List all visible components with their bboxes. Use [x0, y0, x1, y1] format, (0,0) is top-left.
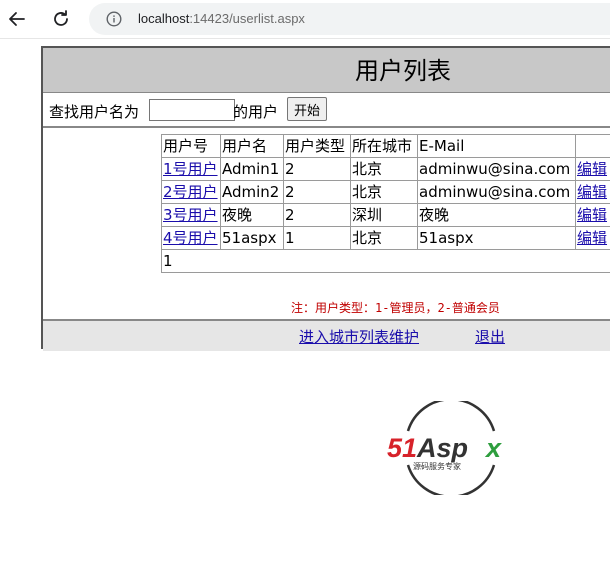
info-icon[interactable]	[106, 11, 122, 27]
back-button[interactable]	[3, 5, 31, 33]
username-cell: 夜晚	[220, 203, 284, 227]
url-text: localhost:14423/userlist.aspx	[138, 11, 305, 26]
edit-cell: 编辑	[575, 226, 610, 250]
user-type-cell: 2	[283, 203, 351, 227]
user-id-link[interactable]: 3号用户	[163, 206, 218, 224]
city-list-link[interactable]: 进入城市列表维护	[299, 326, 419, 347]
search-label-before: 查找用户名为	[49, 103, 140, 121]
header-email: E-Mail	[417, 134, 576, 158]
title-bar: 用户列表	[43, 48, 610, 93]
table-header-row: 用户号 用户名 用户类型 所在城市 E-Mail	[161, 134, 610, 158]
user-type-note: 注：用户类型：1-管理员，2-普通会员	[291, 301, 500, 315]
search-label-after: 的用户	[233, 103, 279, 121]
browser-toolbar: localhost:14423/userlist.aspx	[0, 0, 610, 39]
user-id-link[interactable]: 1号用户	[163, 160, 218, 178]
svg-text:x: x	[484, 433, 502, 463]
svg-text:源码服务专家: 源码服务专家	[413, 461, 461, 471]
user-type-cell: 2	[283, 180, 351, 204]
user-id-link[interactable]: 2号用户	[163, 183, 218, 201]
table-row: 1号用户 Admin1 2 北京 adminwu@sina.com 编辑	[161, 157, 610, 181]
user-id-cell: 4号用户	[161, 226, 221, 250]
user-id-cell: 3号用户	[161, 203, 221, 227]
user-id-cell: 1号用户	[161, 157, 221, 181]
edit-cell: 编辑	[575, 203, 610, 227]
user-id-cell: 2号用户	[161, 180, 221, 204]
email-cell: 51aspx	[417, 226, 576, 250]
footer-bar: 进入城市列表维护 退出	[43, 319, 610, 351]
address-bar[interactable]: localhost:14423/userlist.aspx	[89, 3, 610, 35]
user-type-cell: 2	[283, 157, 351, 181]
email-cell: adminwu@sina.com	[417, 157, 576, 181]
header-actions	[575, 134, 610, 158]
edit-cell: 编辑	[575, 157, 610, 181]
svg-text:Asp: Asp	[416, 433, 468, 463]
city-cell: 北京	[350, 157, 418, 181]
username-search-input[interactable]	[149, 99, 235, 121]
edit-link[interactable]: 编辑	[577, 229, 607, 247]
edit-link[interactable]: 编辑	[577, 206, 607, 224]
header-city: 所在城市	[350, 134, 418, 158]
reload-button[interactable]	[47, 5, 75, 33]
username-cell: Admin2	[220, 180, 284, 204]
username-cell: Admin1	[220, 157, 284, 181]
user-list-panel: 用户列表 查找用户名为 的用户 开始 用户号 用户名 用户类型 所在城市 E-M…	[41, 46, 610, 351]
city-cell: 北京	[350, 226, 418, 250]
search-row: 查找用户名为 的用户 开始	[43, 93, 610, 128]
pager-current-page: 1	[161, 249, 610, 273]
51aspx-logo: 51 Asp x 源码服务专家	[387, 401, 502, 495]
header-user-type: 用户类型	[283, 134, 351, 158]
email-cell: 夜晚	[417, 203, 576, 227]
user-id-link[interactable]: 4号用户	[163, 229, 218, 247]
logout-link[interactable]: 退出	[475, 326, 505, 347]
table-row: 4号用户 51aspx 1 北京 51aspx 编辑	[161, 226, 610, 250]
user-table: 用户号 用户名 用户类型 所在城市 E-Mail 1号用户 Admin1 2 北…	[161, 134, 610, 273]
edit-link[interactable]: 编辑	[577, 183, 607, 201]
svg-text:51: 51	[387, 433, 417, 463]
reload-icon	[54, 10, 68, 26]
city-cell: 深圳	[350, 203, 418, 227]
pager-row: 1	[161, 249, 610, 273]
edit-cell: 编辑	[575, 180, 610, 204]
page-title: 用户列表	[355, 57, 451, 85]
header-user-id: 用户号	[161, 134, 221, 158]
start-search-button[interactable]: 开始	[287, 97, 328, 121]
user-type-cell: 1	[283, 226, 351, 250]
username-cell: 51aspx	[220, 226, 284, 250]
edit-link[interactable]: 编辑	[577, 160, 607, 178]
table-row: 2号用户 Admin2 2 北京 adminwu@sina.com 编辑	[161, 180, 610, 204]
email-cell: adminwu@sina.com	[417, 180, 576, 204]
city-cell: 北京	[350, 180, 418, 204]
table-row: 3号用户 夜晚 2 深圳 夜晚 编辑	[161, 203, 610, 227]
arrow-left-icon	[9, 12, 25, 26]
header-username: 用户名	[220, 134, 284, 158]
